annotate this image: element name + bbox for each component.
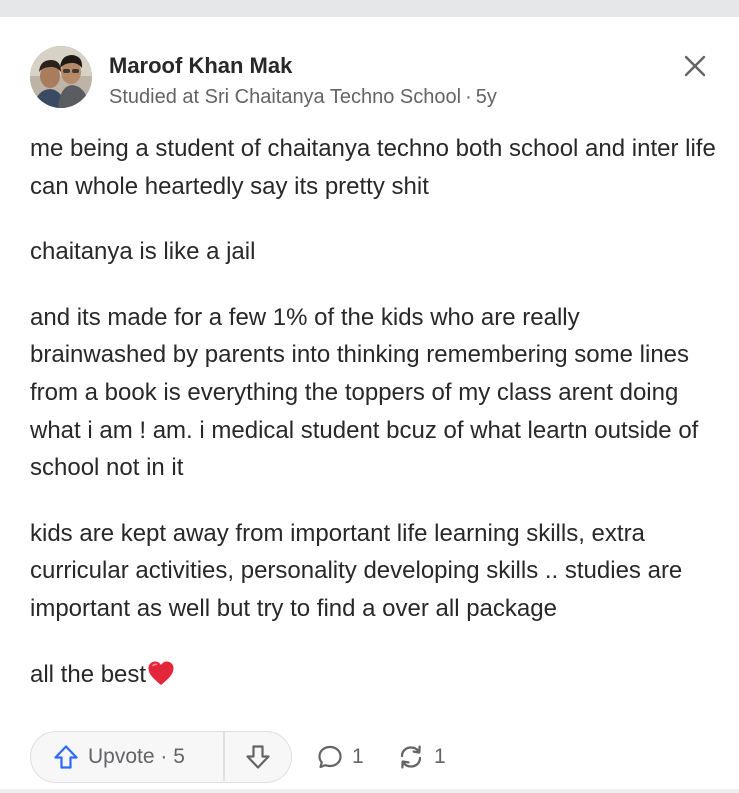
answer-body: me being a student of chaitanya techno b… [30,130,720,697]
upvote-button[interactable]: Upvote · 5 [31,732,223,781]
meta-separator: · [465,86,472,108]
share-cycle-icon [400,745,422,769]
vote-pill: Upvote · 5 [30,731,292,783]
answer-age[interactable]: 5y [476,86,497,108]
avatar[interactable] [30,46,92,108]
close-icon [684,55,706,77]
top-separator-band [0,0,739,17]
answer-paragraph: me being a student of chaitanya techno b… [30,135,716,200]
downvote-arrow-icon [246,744,270,769]
comment-button[interactable]: 1 [316,742,364,772]
author-name[interactable]: Maroof Khan Mak [109,53,292,79]
heart-icon [147,660,175,698]
author-credential-line: Studied at Sri Chaitanya Techno School · 5… [109,86,497,109]
bottom-separator [0,789,739,793]
share-count: 1 [434,745,446,768]
upvote-label: Upvote · 5 [88,744,185,768]
avatar-photo [30,46,92,108]
answer-closing-line: all the best [30,656,720,698]
answer-paragraph: chaitanya is like a jail [30,238,256,266]
author-credential[interactable]: Studied at Sri Chaitanya Techno School [109,86,461,108]
answer-closing: all the best [30,660,147,688]
downvote-button[interactable] [225,732,291,781]
share-button[interactable]: 1 [396,742,446,772]
upvote-arrow-icon [54,744,78,769]
comment-count: 1 [352,745,364,768]
close-button[interactable] [682,53,708,79]
comment-bubble-icon [318,745,342,769]
answer-paragraph: and its made for a few 1% of the kids wh… [30,303,699,482]
answer-paragraph: kids are kept away from important life l… [30,519,683,622]
